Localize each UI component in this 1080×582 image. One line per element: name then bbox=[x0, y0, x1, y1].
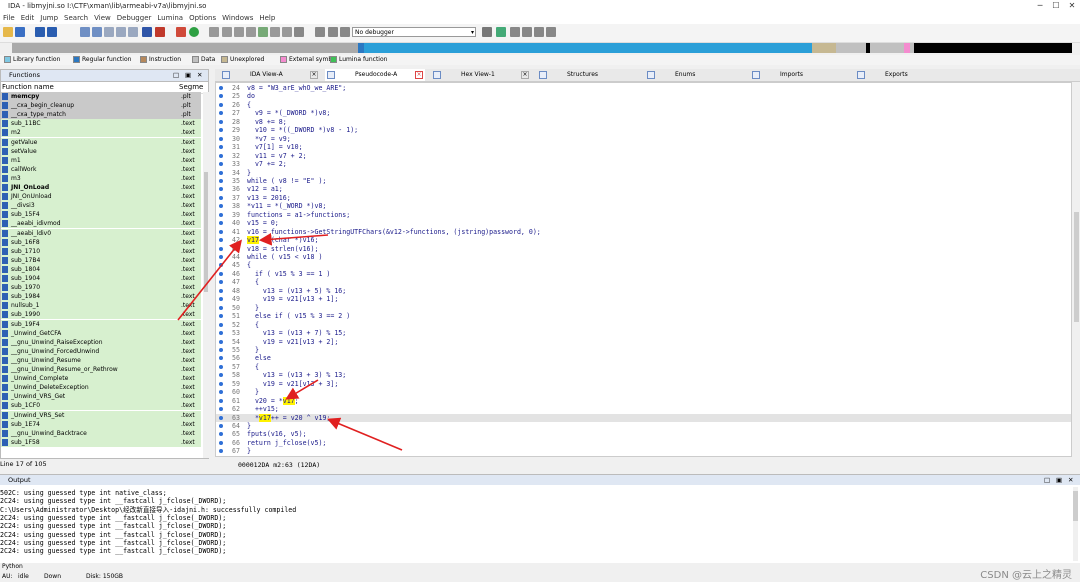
arrow-line-63 bbox=[327, 417, 403, 451]
output-line: 2C24: using guessed type int __fastcall … bbox=[0, 539, 227, 548]
arrow-line-42 bbox=[258, 232, 329, 246]
output-line: 2C24: using guessed type int __fastcall … bbox=[0, 547, 227, 556]
close-icon[interactable]: ✕ bbox=[1068, 475, 1073, 485]
arrow-line-61 bbox=[285, 379, 319, 400]
tab-restore-icon[interactable]: ▣ bbox=[1056, 475, 1062, 485]
output-scrollbar[interactable] bbox=[1073, 487, 1078, 561]
python-input[interactable]: Python bbox=[0, 562, 1080, 571]
output-header: Output □ ▣ ✕ bbox=[0, 475, 1080, 485]
arrow-to-line-42 bbox=[177, 239, 242, 321]
output-line: 502C: using guessed type int native_clas… bbox=[0, 489, 167, 497]
python-label: Python bbox=[2, 563, 23, 570]
status-au: AU: bbox=[2, 573, 13, 580]
status-state: idle bbox=[18, 573, 29, 580]
restore-icon[interactable]: □ bbox=[1044, 475, 1050, 485]
status-bar: AU: idle Down Disk: 150GB bbox=[0, 572, 1080, 582]
output-window: Output □ ▣ ✕ 502C: using guessed type in… bbox=[0, 474, 1080, 563]
output-title: Output bbox=[8, 476, 31, 484]
status-direction: Down bbox=[44, 573, 62, 580]
output-line: C:\Users\Administrator\Desktop\经改新直接导入-i… bbox=[0, 505, 297, 514]
output-line: 2C24: using guessed type int __fastcall … bbox=[0, 514, 227, 523]
watermark: CSDN @云上之精灵 bbox=[980, 570, 1072, 581]
output-line: 2C24: using guessed type int __fastcall … bbox=[0, 497, 227, 506]
output-line: 2C24: using guessed type int __fastcall … bbox=[0, 530, 227, 539]
output-line: 2C24: using guessed type int __fastcall … bbox=[0, 522, 227, 531]
status-disk: Disk: 150GB bbox=[86, 573, 124, 580]
output-text[interactable]: 502C: using guessed type int native_clas… bbox=[0, 489, 1070, 561]
